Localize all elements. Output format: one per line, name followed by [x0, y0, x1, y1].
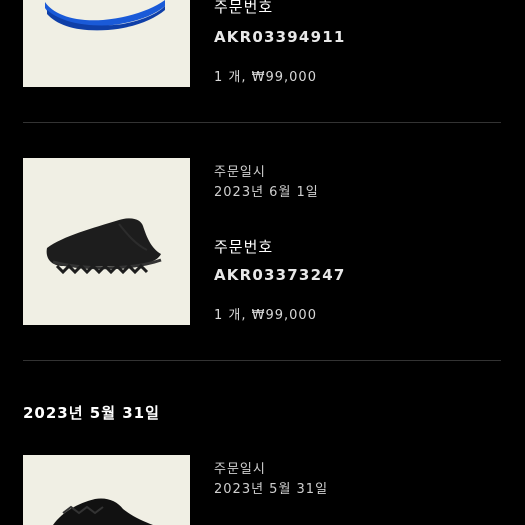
product-image-black-sneaker[interactable] [23, 455, 190, 525]
quantity-price: 1 개, ₩99,000 [214, 70, 317, 85]
divider [23, 360, 501, 361]
divider [23, 122, 501, 123]
order-group-date-header: 2023년 5월 31일 [23, 404, 160, 422]
order-number: AKR03394911 [214, 28, 346, 46]
order-number-label: 주문번호 [214, 0, 274, 16]
order-date: 2023년 5월 31일 [214, 482, 329, 497]
order-history-screen: 주문번호 AKR03394911 1 개, ₩99,000 주문일시 2023년… [0, 0, 525, 525]
product-image-black-slide[interactable] [23, 158, 190, 325]
order-date-label: 주문일시 [214, 462, 266, 477]
order-date-label: 주문일시 [214, 165, 266, 180]
product-image-blue-slide[interactable] [23, 0, 190, 87]
order-date: 2023년 6월 1일 [214, 185, 319, 200]
quantity-price: 1 개, ₩99,000 [214, 308, 317, 323]
order-number: AKR03373247 [214, 266, 346, 284]
order-number-label: 주문번호 [214, 238, 274, 256]
